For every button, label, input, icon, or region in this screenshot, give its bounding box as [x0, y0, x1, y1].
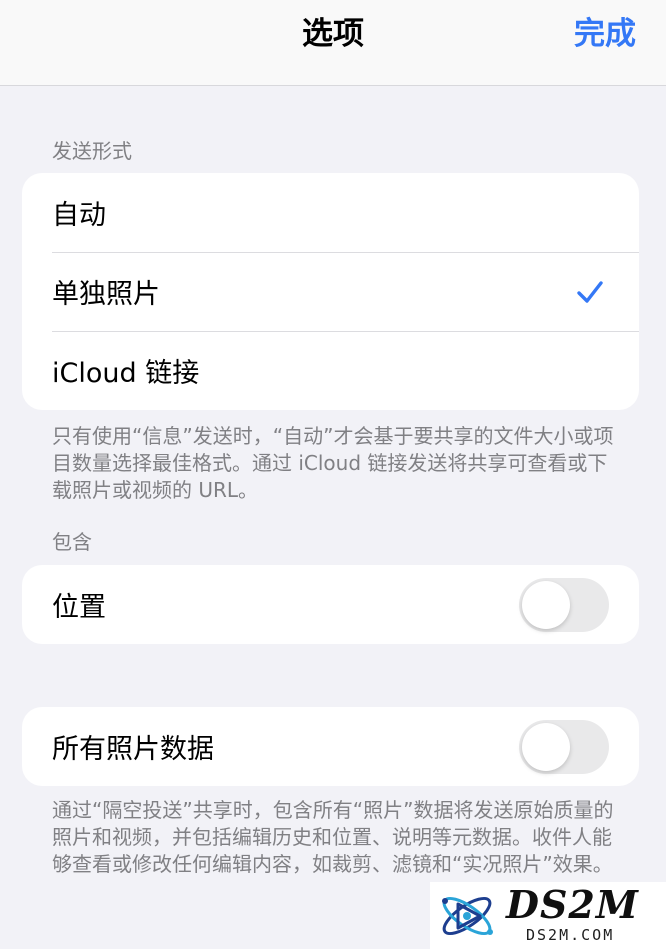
send-format-footer: 只有使用“信息”发送时，“自动”才会基于要共享的文件大小或项目数量选择最佳格式。… — [52, 424, 614, 502]
option-auto[interactable]: 自动 — [22, 173, 639, 252]
toggle-knob — [522, 722, 570, 771]
all-photos-data-footer: 通过“隔空投送”共享时，包含所有“照片”数据将发送原始质量的照片和视频，并包括编… — [52, 798, 614, 876]
send-format-header: 发送形式 — [52, 139, 132, 163]
include-header: 包含 — [52, 530, 92, 554]
option-icloud-link-label: iCloud 链接 — [52, 358, 200, 389]
all-photos-data-row: 所有照片数据 — [22, 707, 639, 786]
atom-logo-icon — [442, 896, 493, 936]
navigation-bar: 选项 完成 — [0, 0, 666, 86]
include-group: 位置 — [22, 565, 639, 644]
all-photos-data-group: 所有照片数据 — [22, 707, 639, 786]
page-title: 选项 — [302, 16, 364, 52]
location-toggle[interactable] — [519, 577, 609, 632]
location-row: 位置 — [22, 565, 639, 644]
toggle-knob — [522, 580, 570, 629]
option-individual-photos-label: 单独照片 — [52, 279, 160, 310]
watermark-subtext: DS2M.COM — [526, 926, 615, 944]
option-auto-label: 自动 — [52, 200, 106, 231]
all-photos-data-label: 所有照片数据 — [52, 734, 214, 765]
checkmark-icon — [577, 280, 603, 303]
watermark-text: DS2M — [506, 882, 639, 927]
all-photos-data-toggle[interactable] — [519, 719, 609, 774]
option-icloud-link[interactable]: iCloud 链接 — [22, 331, 639, 410]
done-button[interactable]: 完成 — [574, 14, 636, 54]
send-format-group: 自动 单独照片 iCloud 链接 — [22, 173, 639, 410]
option-individual-photos[interactable]: 单独照片 — [22, 252, 639, 331]
watermark-logo: DS2M DS2M.COM — [430, 882, 666, 949]
location-label: 位置 — [52, 592, 106, 623]
